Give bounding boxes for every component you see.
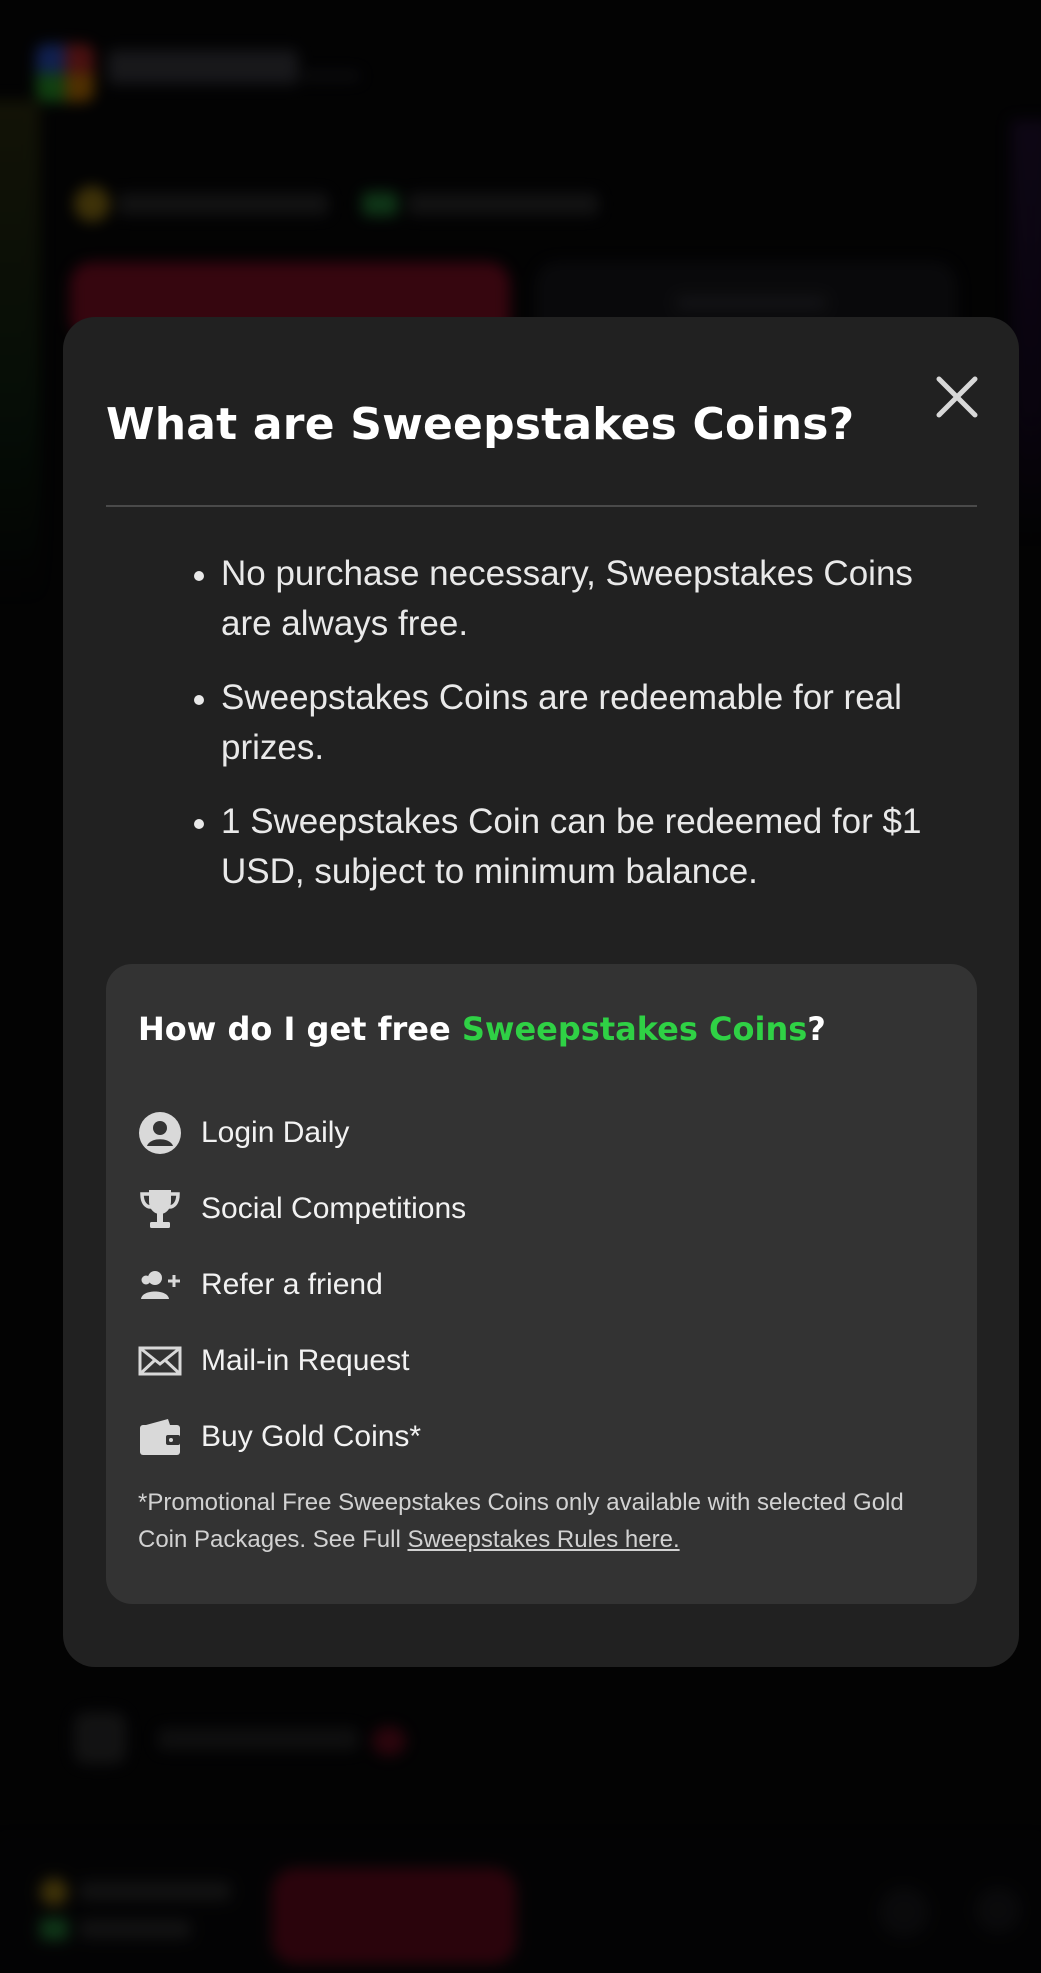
close-icon [936,376,978,418]
info-bullet: Sweepstakes Coins are redeemable for rea… [106,673,977,773]
sweepstakes-info-modal: What are Sweepstakes Coins? No purchase … [63,317,1019,1667]
sweepstakes-rules-link[interactable]: Sweepstakes Rules here. [407,1526,679,1553]
method-mail-in: Mail-in Request [138,1323,466,1399]
method-label: Login Daily [201,1116,350,1149]
info-bullet: 1 Sweepstakes Coin can be redeemed for $… [106,797,977,897]
info-bullet-text: 1 Sweepstakes Coin can be redeemed for $… [221,802,922,891]
method-label: Buy Gold Coins* [201,1420,422,1453]
title-divider [106,505,977,507]
free-coins-heading-prefix: How do I get free [138,1010,462,1048]
trophy-icon [138,1187,182,1231]
add-friend-icon [138,1263,182,1307]
free-coins-heading-accent: Sweepstakes Coins [461,1010,808,1048]
info-bullet-text: No purchase necessary, Sweepstakes Coins… [221,554,913,643]
screen: What are Sweepstakes Coins? No purchase … [0,0,1041,1973]
envelope-icon [138,1339,182,1383]
method-social-competitions: Social Competitions [138,1171,466,1247]
free-coins-heading: How do I get free Sweepstakes Coins? [138,1010,826,1048]
user-circle-icon [138,1111,182,1155]
method-label: Refer a friend [201,1268,383,1301]
free-coins-method-list: Login Daily Social Competitions Refer a … [138,1095,466,1475]
method-buy-gold-coins: Buy Gold Coins* [138,1399,466,1475]
method-label: Social Competitions [201,1192,467,1225]
method-refer-friend: Refer a friend [138,1247,466,1323]
close-button[interactable] [923,363,993,433]
modal-title: What are Sweepstakes Coins? [106,399,855,450]
free-coins-heading-suffix: ? [807,1010,826,1048]
wallet-icon [138,1415,182,1459]
method-label: Mail-in Request [201,1344,410,1377]
info-bullet: No purchase necessary, Sweepstakes Coins… [106,549,977,649]
info-bullet-list: No purchase necessary, Sweepstakes Coins… [106,549,977,921]
method-login-daily: Login Daily [138,1095,466,1171]
free-coins-card: How do I get free Sweepstakes Coins? Log… [106,964,977,1604]
promo-footnote: *Promotional Free Sweepstakes Coins only… [138,1484,948,1558]
info-bullet-text: Sweepstakes Coins are redeemable for rea… [221,678,902,767]
